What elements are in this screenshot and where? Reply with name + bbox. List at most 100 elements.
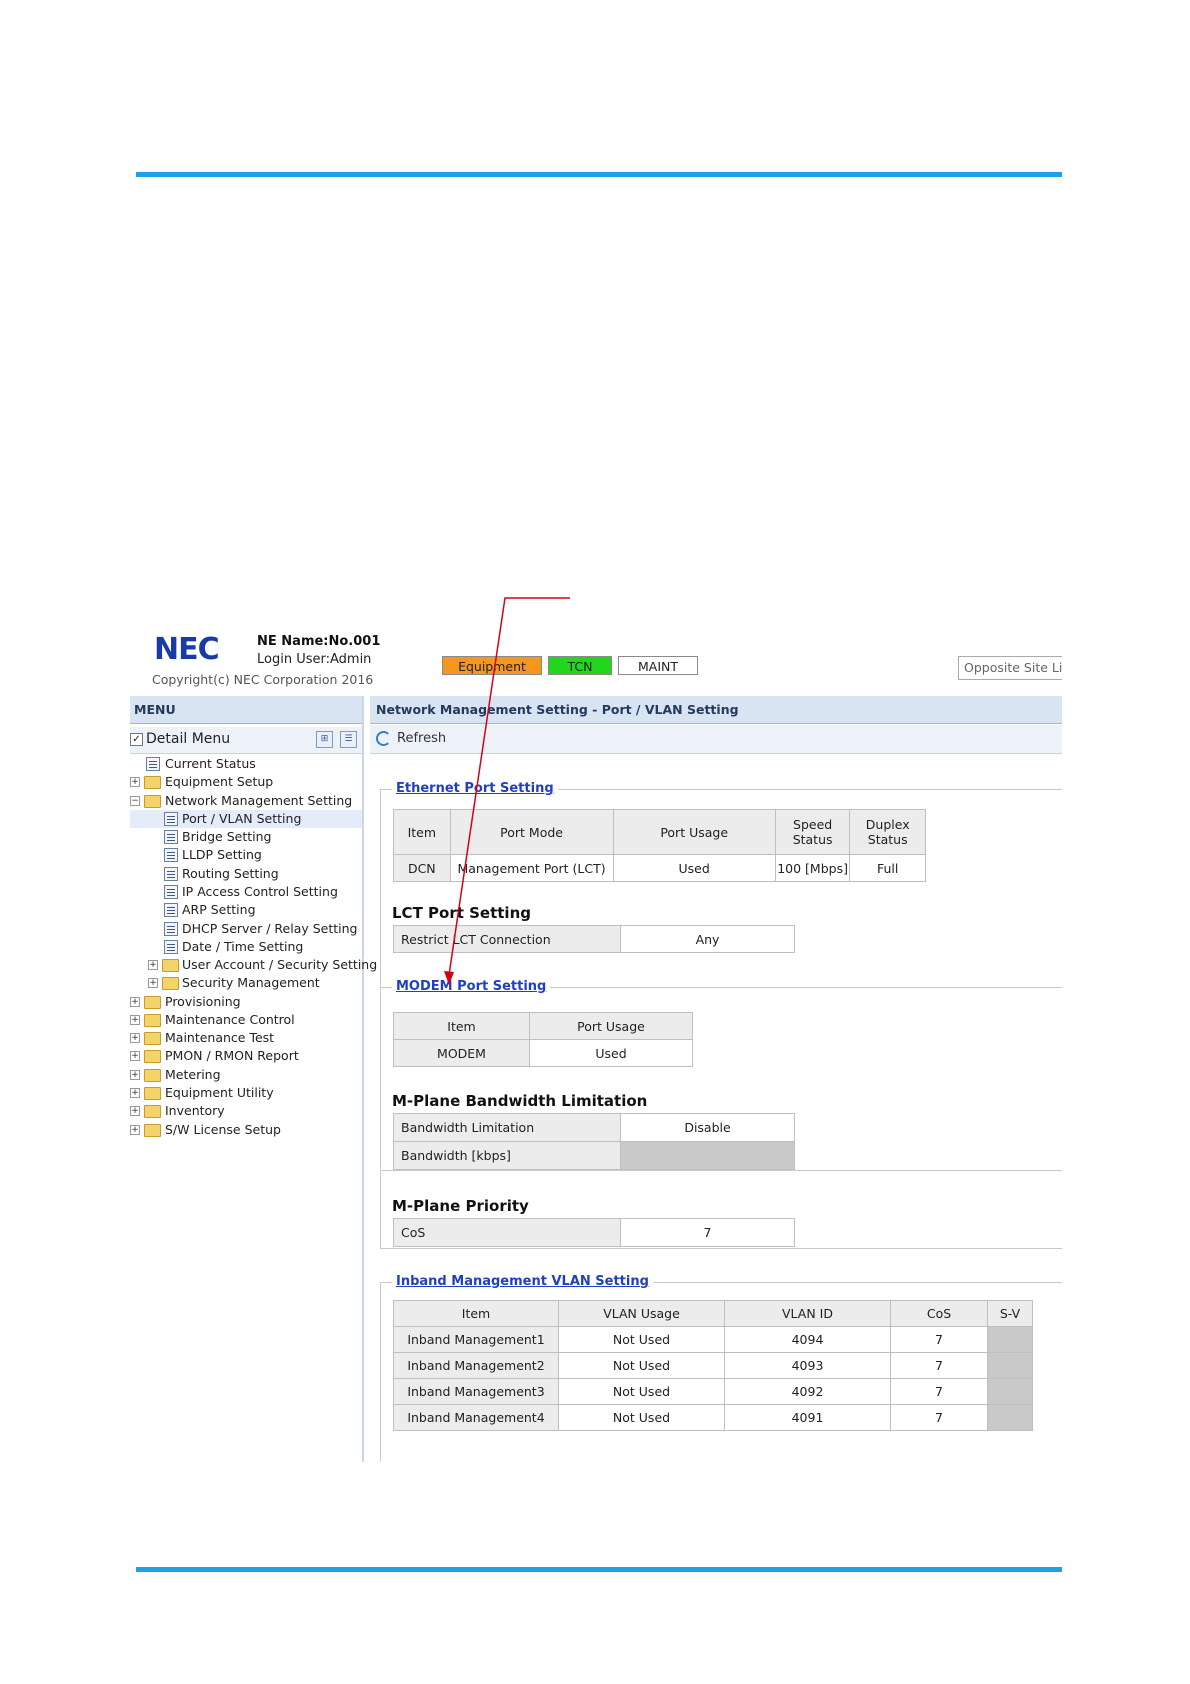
inband-vlan-setting-link[interactable]: Inband Management VLAN Setting	[392, 1274, 653, 1289]
cell-s-vlan	[987, 1326, 1033, 1353]
bandwidth-kbps-label: Bandwidth [kbps]	[393, 1141, 621, 1170]
expand-icon[interactable]: +	[130, 1125, 140, 1135]
menu-item-user-account-security-setting[interactable]: + User Account / Security Setting	[130, 956, 377, 974]
menu-item-inventory[interactable]: + Inventory	[130, 1102, 362, 1120]
expand-icon[interactable]: +	[130, 1051, 140, 1061]
expand-icon[interactable]: +	[130, 777, 140, 787]
expand-icon[interactable]: +	[130, 1088, 140, 1098]
col-port-usage: Port Usage	[529, 1012, 693, 1040]
copyright: Copyright(c) NEC Corporation 2016	[152, 672, 374, 687]
page-icon	[164, 940, 178, 954]
menu-divider	[362, 696, 364, 1462]
menu-item-security-management[interactable]: + Security Management	[130, 974, 362, 992]
folder-icon	[144, 1105, 161, 1118]
cell-cos: 7	[890, 1326, 988, 1353]
expand-icon[interactable]: +	[130, 1033, 140, 1043]
menu-item-ip-access-control-setting[interactable]: IP Access Control Setting	[130, 883, 362, 901]
cos-value[interactable]: 7	[620, 1218, 795, 1247]
modem-port-setting-link[interactable]: MODEM Port Setting	[392, 979, 551, 994]
menu-item-port-vlan-setting[interactable]: Port / VLAN Setting	[130, 810, 362, 828]
menu-item-maintenance-test[interactable]: + Maintenance Test	[130, 1029, 362, 1047]
menu-item-routing-setting[interactable]: Routing Setting	[130, 865, 362, 883]
ethernet-port-setting-link[interactable]: Ethernet Port Setting	[392, 781, 558, 796]
cell-cos: 7	[890, 1352, 988, 1379]
cell-s-vlan	[987, 1404, 1033, 1431]
cell-vlan-usage: Not Used	[558, 1326, 725, 1353]
refresh-icon[interactable]	[376, 731, 391, 746]
col-port-usage: Port Usage	[612, 809, 776, 855]
cell-vlan-usage: Not Used	[558, 1404, 725, 1431]
menu-item-bridge-setting[interactable]: Bridge Setting	[130, 828, 362, 846]
status-equipment[interactable]: Equipment	[442, 656, 542, 675]
cell-vlan-usage: Not Used	[558, 1378, 725, 1405]
cos-label: CoS	[393, 1218, 621, 1247]
status-maint[interactable]: MAINT	[618, 656, 698, 675]
priority-table: CoS 7	[393, 1218, 795, 1247]
menu-item-arp-setting[interactable]: ARP Setting	[130, 901, 362, 919]
page-title: Network Management Setting - Port / VLAN…	[376, 702, 739, 717]
expand-icon[interactable]: +	[130, 1070, 140, 1080]
cell-vlan-id: 4094	[724, 1326, 891, 1353]
menu-item-date-time-setting[interactable]: Date / Time Setting	[130, 938, 362, 956]
menu-item-equipment-setup[interactable]: + Equipment Setup	[130, 773, 362, 791]
bandwidth-limitation-value[interactable]: Disable	[620, 1113, 795, 1142]
page-icon	[164, 867, 178, 881]
modem-port-table: Item Port Usage MODEM Used	[393, 1012, 693, 1067]
folder-icon	[162, 977, 179, 990]
page-icon	[164, 848, 178, 862]
menu-item-dhcp-server-relay-setting[interactable]: DHCP Server / Relay Setting	[130, 920, 362, 938]
menu-title: MENU	[134, 702, 176, 717]
menu-item-sw-license-setup[interactable]: + S/W License Setup	[130, 1121, 362, 1139]
folder-icon	[162, 959, 179, 972]
col-speed-status: Speed Status	[774, 809, 851, 855]
menu-item-provisioning[interactable]: + Provisioning	[130, 993, 362, 1011]
detail-menu-checkbox[interactable]: ✓	[130, 733, 143, 746]
folder-icon	[144, 996, 161, 1009]
status-tcn[interactable]: TCN	[548, 656, 612, 675]
cell-item: Inband Management4	[393, 1404, 559, 1431]
expand-icon[interactable]: +	[148, 960, 158, 970]
menu-item-lldp-setting[interactable]: LLDP Setting	[130, 846, 362, 864]
expand-icon[interactable]: +	[130, 1106, 140, 1116]
collapse-all-icon[interactable]: ☰	[340, 731, 357, 748]
collapse-icon[interactable]: −	[130, 796, 140, 806]
expand-icon[interactable]: +	[130, 1015, 140, 1025]
bandwidth-kbps-field	[620, 1141, 795, 1170]
expand-icon[interactable]: +	[130, 997, 140, 1007]
folder-icon	[144, 1014, 161, 1027]
detail-menu-bar: ✓ Detail Menu ⊞ ☰	[130, 727, 363, 754]
login-user: Login User:Admin	[257, 652, 372, 667]
page-icon	[164, 885, 178, 899]
menu-item-pmon-rmon-report[interactable]: + PMON / RMON Report	[130, 1047, 362, 1065]
folder-icon	[144, 1050, 161, 1063]
restrict-lct-value[interactable]: Any	[620, 925, 795, 953]
cell-item: Inband Management1	[393, 1326, 559, 1353]
cell-vlan-usage: Not Used	[558, 1352, 725, 1379]
col-cos: CoS	[890, 1300, 988, 1327]
cell-item: DCN	[393, 854, 451, 882]
table-row: Inband Management3 Not Used 4092 7	[393, 1378, 1033, 1405]
menu-item-equipment-utility[interactable]: + Equipment Utility	[130, 1084, 362, 1102]
screenshot: NEC NE Name:No.001 Login User:Admin Copy…	[130, 622, 1062, 1462]
menu-item-maintenance-control[interactable]: + Maintenance Control	[130, 1011, 362, 1029]
menu-header: MENU	[130, 696, 363, 724]
nec-logo: NEC	[154, 632, 220, 667]
expand-icon[interactable]: +	[148, 978, 158, 988]
folder-icon	[144, 1032, 161, 1045]
menu-item-network-management-setting[interactable]: − Network Management Setting	[130, 792, 362, 810]
cell-port-mode: Management Port (LCT)	[449, 854, 614, 882]
inband-vlan-table: Item VLAN Usage VLAN ID CoS S-V Inband M…	[393, 1300, 1033, 1431]
cell-s-vlan	[987, 1378, 1033, 1405]
expand-all-icon[interactable]: ⊞	[316, 731, 333, 748]
menu-item-metering[interactable]: + Metering	[130, 1066, 362, 1084]
cell-vlan-id: 4092	[724, 1378, 891, 1405]
opposite-site-link-button[interactable]: Opposite Site Lin	[958, 656, 1062, 680]
refresh-button[interactable]: Refresh	[397, 731, 446, 746]
cell-vlan-id: 4093	[724, 1352, 891, 1379]
lct-port-setting-title: LCT Port Setting	[392, 904, 531, 922]
folder-icon	[144, 1087, 161, 1100]
cell-port-usage: Used	[529, 1039, 693, 1067]
col-vlan-id: VLAN ID	[724, 1300, 891, 1327]
page-title-bar: Network Management Setting - Port / VLAN…	[370, 696, 1062, 724]
menu-item-current-status[interactable]: Current Status	[130, 755, 362, 773]
